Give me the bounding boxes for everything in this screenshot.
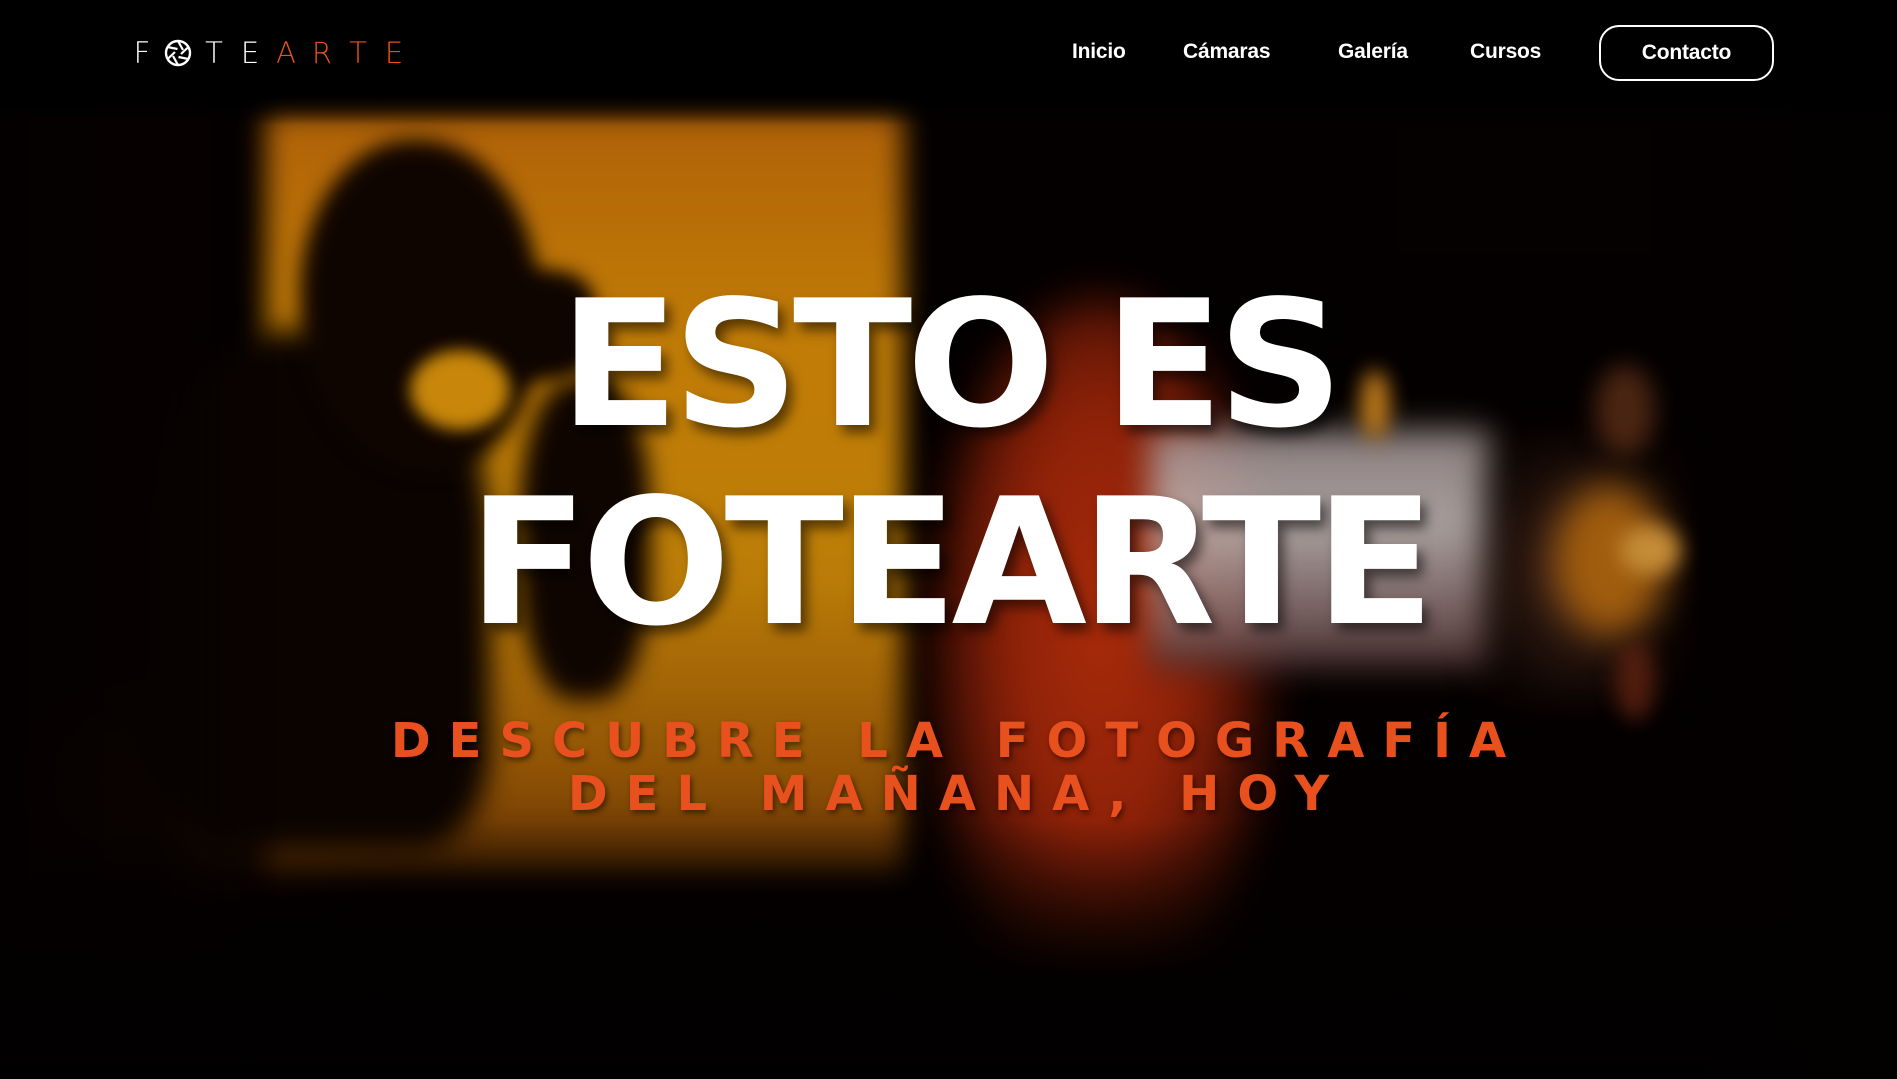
brand-logo[interactable]: F T E A R T E xyxy=(124,36,412,70)
aperture-icon xyxy=(160,36,196,70)
nav-item-inicio[interactable]: Inicio xyxy=(1072,40,1126,64)
logo-letter: T xyxy=(349,36,367,70)
nav-item-camaras[interactable]: Cámaras xyxy=(1183,40,1271,64)
page: F T E A R T E Inicio Cámaras Galería Cur… xyxy=(0,0,1897,1079)
logo-letter: E xyxy=(384,36,404,70)
nav-item-cursos[interactable]: Cursos xyxy=(1470,40,1541,64)
hero-subtitle-line-2: DEL MAÑANA, HOY xyxy=(567,766,1348,822)
contact-button[interactable]: Contacto xyxy=(1599,25,1774,81)
hero-subtitle-line-1: DESCUBRE LA FOTOGRAFÍA xyxy=(390,713,1525,769)
logo-letter: R xyxy=(311,36,333,70)
hero-title-line-2: FOTEARTE xyxy=(468,462,1434,665)
logo-letter: T xyxy=(205,36,223,70)
logo-letter: E xyxy=(240,36,260,70)
hero-title-line-1: ESTO ES xyxy=(559,264,1343,467)
nav-item-galeria[interactable]: Galería xyxy=(1338,40,1408,64)
top-navigation: F T E A R T E Inicio Cámaras Galería Cur… xyxy=(0,0,1897,106)
logo-letter: A xyxy=(276,36,296,70)
logo-letter: F xyxy=(133,36,151,70)
